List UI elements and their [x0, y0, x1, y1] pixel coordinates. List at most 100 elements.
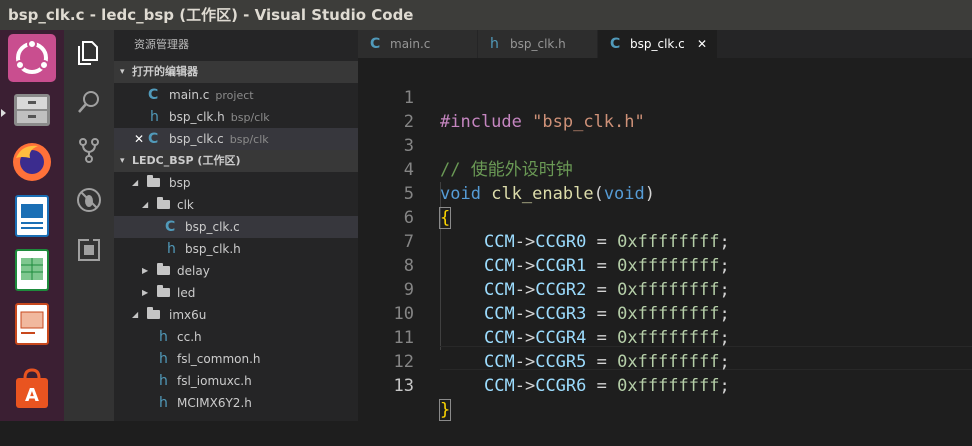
- writer-icon[interactable]: [8, 192, 56, 240]
- workspace-header[interactable]: ▾ LEDC_BSP (工作区): [114, 150, 358, 172]
- source-control-icon[interactable]: [75, 136, 103, 164]
- code-editor[interactable]: 1 #include "bsp_clk.h" 2 3 // 使能外设时钟 4 v…: [358, 58, 972, 421]
- tab-label: bsp_clk.h: [510, 37, 566, 51]
- code-token: }: [438, 399, 452, 421]
- tree-label: led: [177, 286, 196, 300]
- tree-label: bsp_clk.c: [185, 220, 240, 234]
- h-file-icon: h: [159, 329, 168, 345]
- folder-icon: [157, 263, 170, 275]
- window-title: bsp_clk.c - ledc_bsp (工作区) - Visual Stud…: [0, 0, 972, 30]
- code-token: 0xffffffff: [617, 376, 720, 396]
- tab-label: main.c: [390, 37, 431, 51]
- code-line: 4 void clk_enable(void): [358, 134, 972, 204]
- tree-label: delay: [177, 264, 210, 278]
- close-icon[interactable]: ✕: [697, 30, 707, 58]
- chevron-right-icon: ▶: [142, 266, 149, 275]
- chevron-down-icon: ▾: [120, 156, 125, 166]
- editor-tabs: C main.c h bsp_clk.h C bsp_clk.c ✕: [358, 30, 972, 58]
- debug-icon[interactable]: [75, 186, 103, 214]
- open-editor-desc: bsp/clk: [230, 111, 270, 124]
- code-token: CCM: [484, 376, 515, 396]
- line-number: 13: [393, 376, 414, 396]
- tree-label: cc.h: [177, 330, 202, 344]
- h-file-icon: h: [167, 241, 176, 257]
- open-editor-item[interactable]: C main.c project: [114, 84, 358, 106]
- c-file-icon: C: [370, 36, 381, 52]
- launcher-active-arrow: [1, 109, 6, 117]
- tree-folder-led[interactable]: ▶ led: [114, 282, 358, 304]
- open-editor-desc: bsp/clk: [229, 133, 269, 146]
- folder-open-icon: [157, 197, 170, 209]
- tree-label: fsl_iomuxc.h: [177, 374, 252, 388]
- close-icon[interactable]: ✕: [134, 128, 144, 150]
- code-line: 6 CCM->CCGR0 = 0xffffffff;: [358, 182, 972, 252]
- c-file-icon: C: [148, 131, 159, 147]
- code-line: 3 // 使能外设时钟: [358, 110, 972, 180]
- editor-area: C main.c h bsp_clk.h C bsp_clk.c ✕ 1 #in…: [358, 30, 972, 421]
- impress-icon[interactable]: [8, 300, 56, 348]
- tree-folder-bsp[interactable]: ◢ bsp: [114, 172, 358, 194]
- ubuntu-launcher: A: [0, 30, 64, 421]
- tree-file-mcimx6y2-h[interactable]: h MCIMX6Y2.h: [114, 392, 358, 414]
- files-icon[interactable]: [8, 86, 56, 134]
- code-token: ;: [719, 376, 730, 396]
- firefox-icon[interactable]: [8, 138, 56, 186]
- open-editor-name: main.c: [169, 88, 210, 102]
- tab-bsp-clk-h[interactable]: h bsp_clk.h: [478, 30, 598, 58]
- tree-file-bsp-clk-c[interactable]: C bsp_clk.c: [114, 216, 358, 238]
- folder-open-icon: [147, 307, 160, 319]
- folder-open-icon: [147, 175, 160, 187]
- code-token: ->: [514, 376, 536, 396]
- chevron-right-icon: ▶: [142, 288, 149, 297]
- tree-file-fsl-common-h[interactable]: h fsl_common.h: [114, 348, 358, 370]
- tree-file-bsp-clk-h[interactable]: h bsp_clk.h: [114, 238, 358, 260]
- h-file-icon: h: [159, 373, 168, 389]
- code-token: CCGR6: [535, 376, 587, 396]
- c-file-icon: C: [148, 87, 159, 103]
- open-editor-desc: project: [215, 89, 254, 102]
- tab-bsp-clk-c[interactable]: C bsp_clk.c ✕: [598, 30, 718, 58]
- folder-icon: [157, 285, 170, 297]
- tree-label: bsp: [169, 176, 191, 190]
- tree-file-cc-h[interactable]: h cc.h: [114, 326, 358, 348]
- tree-label: imx6u: [169, 308, 207, 322]
- open-editor-name: bsp_clk.h: [169, 110, 225, 124]
- h-file-icon: h: [159, 351, 168, 367]
- code-line: 2: [358, 86, 972, 132]
- chevron-down-icon: ▾: [120, 67, 125, 77]
- h-file-icon: h: [490, 36, 499, 52]
- tree-file-fsl-iomuxc-h[interactable]: h fsl_iomuxc.h: [114, 370, 358, 392]
- extensions-icon[interactable]: [75, 236, 103, 264]
- svg-text:A: A: [25, 385, 39, 406]
- workspace-label: LEDC_BSP (工作区): [132, 154, 241, 167]
- h-file-icon: h: [159, 395, 168, 411]
- code-line: 13 }: [358, 350, 972, 421]
- ubuntu-dash-icon[interactable]: [8, 34, 56, 82]
- code-line: 1 #include "bsp_clk.h": [358, 62, 972, 132]
- h-file-icon: h: [150, 109, 159, 125]
- open-editors-label: 打开的编辑器: [132, 65, 198, 78]
- tab-main-c[interactable]: C main.c: [358, 30, 478, 58]
- c-file-icon: C: [610, 36, 621, 52]
- code-line: 12 CCM->CCGR6 = 0xffffffff;: [358, 326, 972, 396]
- code-token: =: [586, 376, 618, 396]
- tree-folder-delay[interactable]: ▶ delay: [114, 260, 358, 282]
- tree-folder-imx6u[interactable]: ◢ imx6u: [114, 304, 358, 326]
- tree-folder-clk[interactable]: ◢ clk: [114, 194, 358, 216]
- calc-icon[interactable]: [8, 246, 56, 294]
- open-editor-item-active[interactable]: ✕ C bsp_clk.c bsp/clk: [114, 128, 358, 150]
- software-center-icon[interactable]: A: [8, 366, 56, 414]
- explorer-sidebar: 资源管理器 ▾ 打开的编辑器 C main.c project h bsp_clk…: [114, 30, 358, 421]
- explorer-icon[interactable]: [75, 38, 103, 66]
- open-editor-item[interactable]: h bsp_clk.h bsp/clk: [114, 106, 358, 128]
- open-editor-name: bsp_clk.c: [169, 132, 224, 146]
- open-editors-header[interactable]: ▾ 打开的编辑器: [114, 61, 358, 83]
- tree-label: bsp_clk.h: [185, 242, 241, 256]
- chevron-down-icon: ◢: [132, 310, 139, 319]
- tree-label: MCIMX6Y2.h: [177, 396, 252, 410]
- code-line: 10 CCM->CCGR4 = 0xffffffff;: [358, 278, 972, 348]
- tree-label: fsl_common.h: [177, 352, 261, 366]
- search-icon[interactable]: [75, 88, 103, 116]
- chevron-down-icon: ◢: [132, 178, 139, 187]
- c-file-icon: C: [165, 219, 176, 235]
